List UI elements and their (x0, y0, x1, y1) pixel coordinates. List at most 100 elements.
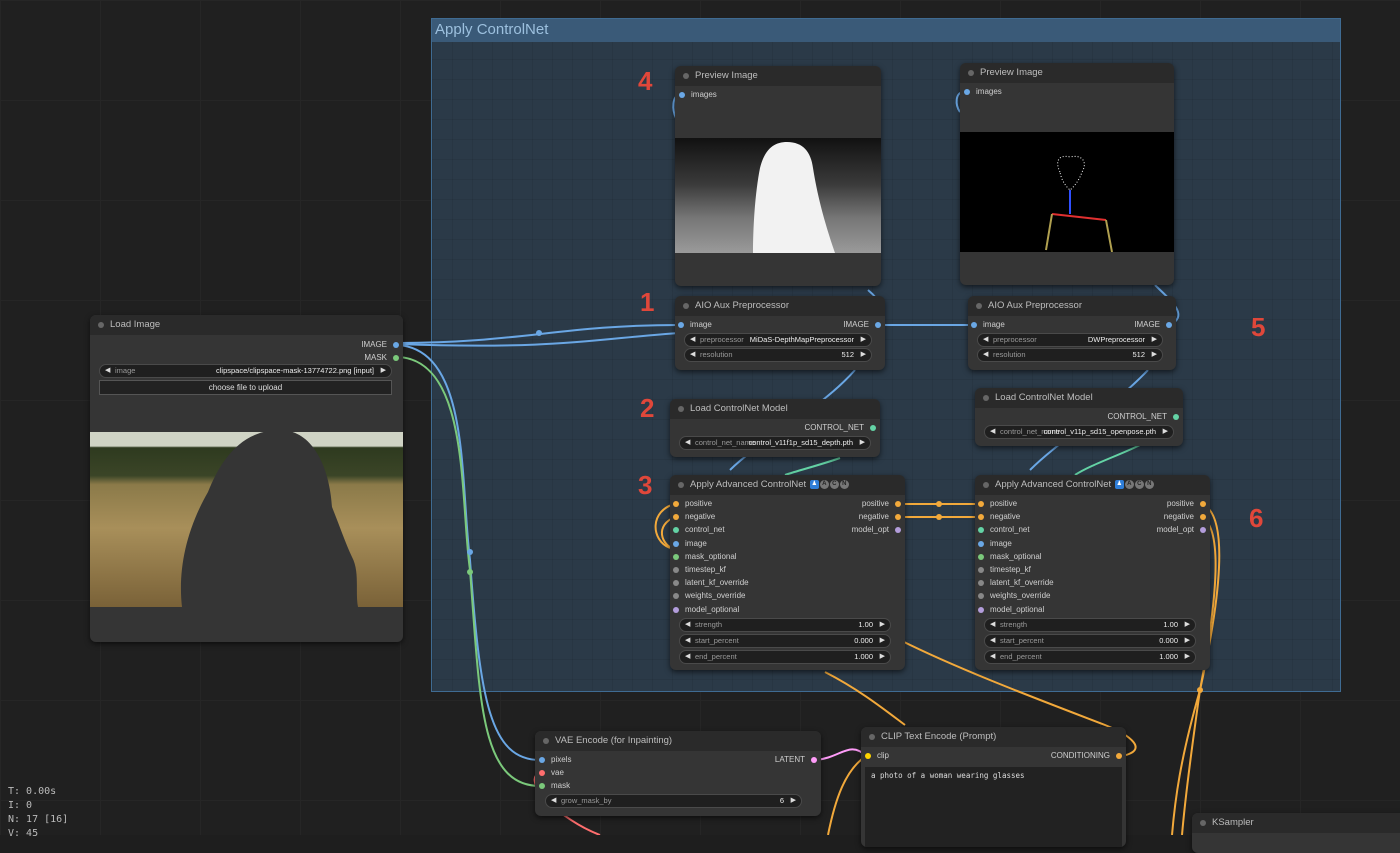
input-timestep-kf[interactable]: timestep_kf (673, 564, 726, 576)
node-vae-encode-inpainting[interactable]: VAE Encode (for Inpainting) pixels vae m… (535, 731, 821, 816)
node-title[interactable]: Apply Advanced ControlNet ♟ A C N (670, 475, 905, 495)
slot-dot[interactable] (978, 580, 984, 587)
left-arrow-icon[interactable]: ◀ (690, 334, 695, 346)
node-title[interactable]: Load ControlNet Model (975, 388, 1183, 408)
slot-dot[interactable] (895, 501, 901, 507)
node-title[interactable]: VAE Encode (for Inpainting) (535, 731, 821, 751)
left-arrow-icon[interactable]: ◀ (983, 334, 988, 346)
strength-widget[interactable]: ◀ strength 1.00 ▶ (679, 618, 891, 632)
node-clip-text-encode[interactable]: CLIP Text Encode (Prompt) clip CONDITION… (861, 727, 1126, 847)
end-percent-widget[interactable]: ◀ end_percent 1.000 ▶ (679, 650, 891, 664)
resolution-number-widget[interactable]: ◀ resolution 512 ▶ (977, 348, 1163, 362)
right-arrow-icon[interactable]: ▶ (381, 365, 386, 377)
preprocessor-combo-widget[interactable]: ◀ preprocessor MiDaS-DepthMapPreprocesso… (684, 333, 872, 347)
input-weights-override[interactable]: weights_override (978, 590, 1050, 602)
node-title[interactable]: KSampler (1192, 813, 1400, 833)
slot-dot[interactable] (978, 501, 984, 507)
right-arrow-icon[interactable]: ▶ (860, 437, 865, 449)
node-title[interactable]: Preview Image (675, 66, 881, 86)
left-arrow-icon[interactable]: ◀ (990, 426, 995, 438)
slot-dot[interactable] (673, 553, 679, 560)
slot-dot[interactable] (811, 757, 817, 763)
slot-dot[interactable] (539, 770, 545, 776)
node-title[interactable]: Preview Image (960, 63, 1174, 83)
node-title[interactable]: Apply Advanced ControlNet ♟ A C N (975, 475, 1210, 495)
input-image[interactable]: image (673, 538, 707, 550)
left-arrow-icon[interactable]: ◀ (990, 635, 995, 647)
left-arrow-icon[interactable]: ◀ (990, 651, 995, 663)
slot-dot[interactable] (971, 322, 977, 328)
right-arrow-icon[interactable]: ▶ (880, 619, 885, 631)
input-image[interactable]: image (678, 319, 712, 331)
group-title[interactable]: Apply ControlNet (432, 19, 1340, 42)
left-arrow-icon[interactable]: ◀ (685, 651, 690, 663)
input-vae[interactable]: vae (539, 767, 564, 779)
slot-dot[interactable] (673, 580, 679, 587)
input-positive[interactable]: positive (673, 498, 712, 510)
node-title[interactable]: AIO Aux Preprocessor (675, 296, 885, 316)
prompt-textarea[interactable]: a photo of a woman wearing glasses (865, 767, 1122, 847)
slot-dot[interactable] (1173, 414, 1179, 420)
output-positive[interactable]: positive (1167, 498, 1206, 510)
output-mask[interactable]: MASK (364, 352, 399, 364)
node-load-controlnet-model-1[interactable]: Load ControlNet Model CONTROL_NET ◀ cont… (670, 399, 880, 457)
start-percent-widget[interactable]: ◀ start_percent 0.000 ▶ (984, 634, 1196, 648)
output-model-opt[interactable]: model_opt (1157, 524, 1206, 536)
right-arrow-icon[interactable]: ▶ (880, 635, 885, 647)
input-pixels[interactable]: pixels (539, 754, 571, 766)
slot-dot[interactable] (679, 92, 685, 98)
left-arrow-icon[interactable]: ◀ (551, 795, 556, 807)
input-negative[interactable]: negative (978, 511, 1020, 523)
slot-dot[interactable] (875, 322, 881, 328)
slot-dot[interactable] (673, 593, 679, 600)
input-mask[interactable]: mask (539, 780, 570, 792)
slot-dot[interactable] (673, 606, 679, 613)
right-arrow-icon[interactable]: ▶ (1163, 426, 1168, 438)
slot-dot[interactable] (1200, 527, 1206, 534)
control-net-name-combo-widget[interactable]: ◀ control_net_name control_v11f1p_sd15_d… (679, 436, 871, 450)
node-preview-image-1[interactable]: Preview Image images (675, 66, 881, 286)
preprocessor-combo-widget[interactable]: ◀ preprocessor DWPreprocessor ▶ (977, 333, 1163, 347)
node-aio-aux-preprocessor-2[interactable]: AIO Aux Preprocessor image IMAGE ◀ prepr… (968, 296, 1176, 370)
node-title[interactable]: Load ControlNet Model (670, 399, 880, 419)
node-title[interactable]: Load Image (90, 315, 403, 335)
output-model-opt[interactable]: model_opt (852, 524, 901, 536)
input-images[interactable]: images (964, 86, 1002, 98)
right-arrow-icon[interactable]: ▶ (1185, 651, 1190, 663)
output-latent[interactable]: LATENT (775, 754, 817, 766)
output-negative[interactable]: negative (1164, 511, 1206, 523)
node-title[interactable]: AIO Aux Preprocessor (968, 296, 1176, 316)
slot-dot[interactable] (673, 527, 679, 534)
input-clip[interactable]: clip (865, 750, 889, 762)
output-image[interactable]: IMAGE (361, 339, 399, 351)
slot-dot[interactable] (978, 567, 984, 573)
left-arrow-icon[interactable]: ◀ (685, 437, 690, 449)
output-negative[interactable]: negative (859, 511, 901, 523)
input-model-optional[interactable]: model_optional (978, 604, 1044, 616)
upload-button[interactable]: choose file to upload (99, 380, 392, 395)
slot-dot[interactable] (978, 553, 984, 560)
grow-mask-by-widget[interactable]: ◀ grow_mask_by 6 ▶ (545, 794, 802, 808)
right-arrow-icon[interactable]: ▶ (1185, 635, 1190, 647)
left-arrow-icon[interactable]: ◀ (105, 365, 110, 377)
output-positive[interactable]: positive (862, 498, 901, 510)
slot-dot[interactable] (673, 501, 679, 507)
slot-dot[interactable] (678, 322, 684, 328)
resolution-number-widget[interactable]: ◀ resolution 512 ▶ (684, 348, 872, 362)
right-arrow-icon[interactable]: ▶ (861, 349, 866, 361)
control-net-name-combo-widget[interactable]: ◀ control_net_name control_v11p_sd15_ope… (984, 425, 1174, 439)
input-negative[interactable]: negative (673, 511, 715, 523)
slot-dot[interactable] (865, 753, 871, 759)
node-aio-aux-preprocessor-1[interactable]: AIO Aux Preprocessor image IMAGE ◀ prepr… (675, 296, 885, 370)
input-weights-override[interactable]: weights_override (673, 590, 745, 602)
output-image[interactable]: IMAGE (1134, 319, 1172, 331)
node-apply-advanced-controlnet-2[interactable]: Apply Advanced ControlNet ♟ A C N positive n… (975, 475, 1210, 670)
slot-dot[interactable] (1200, 501, 1206, 507)
slot-dot[interactable] (393, 342, 399, 348)
start-percent-widget[interactable]: ◀ start_percent 0.000 ▶ (679, 634, 891, 648)
slot-dot[interactable] (539, 783, 545, 789)
right-arrow-icon[interactable]: ▶ (1152, 349, 1157, 361)
input-control-net[interactable]: control_net (673, 524, 725, 536)
slot-dot[interactable] (1116, 753, 1122, 759)
image-combo-widget[interactable]: ◀ image clipspace/clipspace-mask-1377472… (99, 364, 392, 378)
